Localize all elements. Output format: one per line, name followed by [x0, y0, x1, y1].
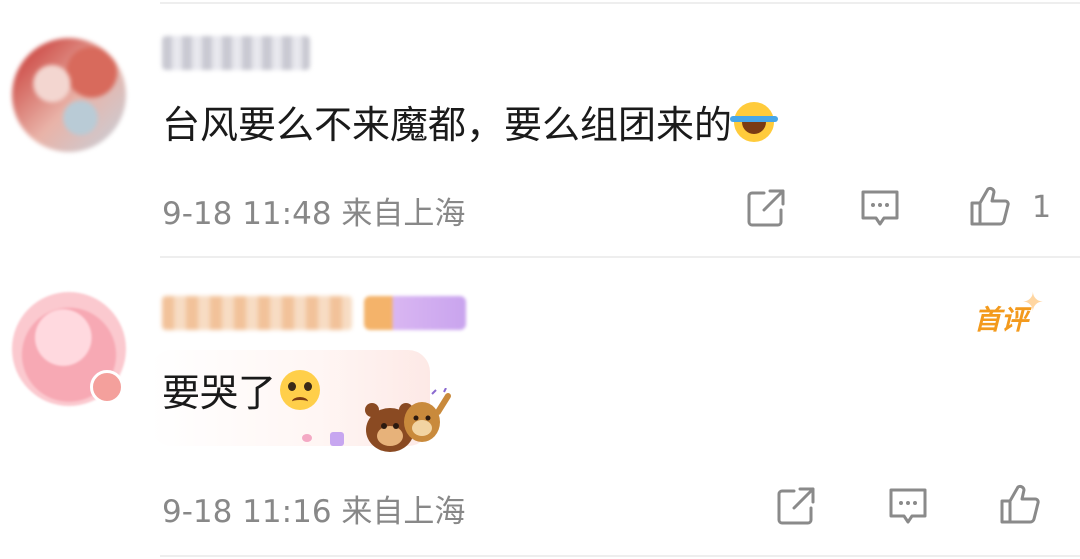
comment-text: 要哭了 [162, 370, 321, 415]
comment-meta: 9-18 11:16 来自上海 [162, 494, 466, 530]
share-icon [777, 487, 815, 525]
comment-item: 首评 ✦ 要哭了 9-18 11:16 来自上海 [0, 0, 1080, 530]
comment-icon [889, 488, 927, 524]
gift-decoration-icon [330, 432, 344, 446]
member-badge[interactable] [364, 296, 466, 330]
thumbs-up-icon [1000, 484, 1040, 524]
first-comment-label: 首评 [974, 305, 1028, 336]
share-button[interactable] [774, 484, 818, 528]
avatar-badge [90, 370, 124, 404]
first-comment-badge: 首评 ✦ [974, 288, 1044, 336]
star-icon: ✦ [1022, 288, 1044, 318]
comment-button[interactable] [886, 484, 930, 528]
bear-sticker-icon [365, 388, 451, 452]
pleading-face-emoji-icon [280, 370, 321, 410]
heart-decoration-icon [302, 434, 312, 442]
username-blurred[interactable] [162, 296, 352, 330]
like-button[interactable] [998, 482, 1042, 526]
bottom-divider [160, 555, 1080, 557]
comment-text-content: 要哭了 [162, 371, 277, 415]
